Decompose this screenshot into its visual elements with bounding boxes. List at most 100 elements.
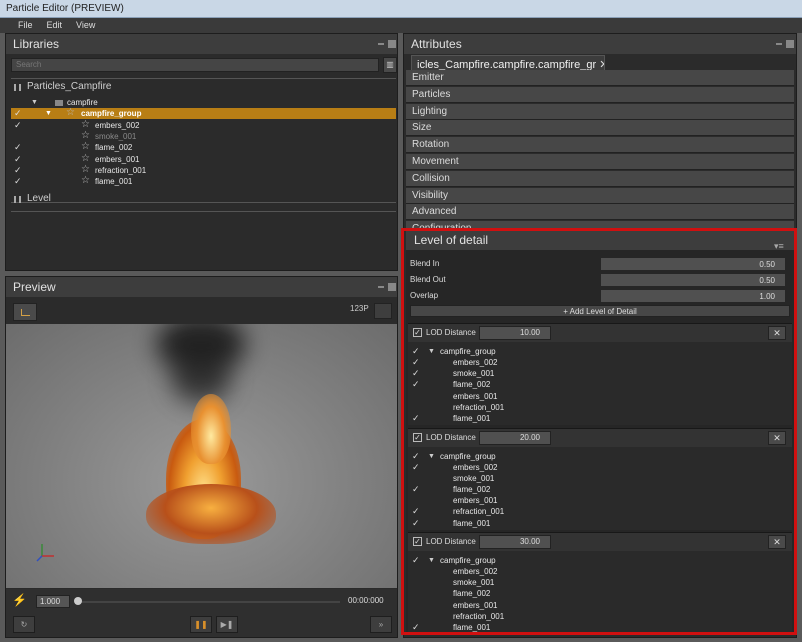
tree-item[interactable]: ☆ smoke_001	[11, 130, 396, 142]
tree-item[interactable]: ✓ ☆ flame_002	[11, 142, 396, 153]
tree-item[interactable]: ✓ ☆ refraction_001	[11, 164, 396, 176]
add-lod-button[interactable]: + Add Level of Detail	[410, 305, 790, 317]
lod-tree-item[interactable]: ✓ ▼ campfire_group	[408, 555, 792, 566]
check-icon[interactable]: ✓	[14, 120, 23, 130]
lod-tree-item[interactable]: embers_001	[408, 391, 792, 402]
menu-icon[interactable]: ▾≡	[774, 236, 784, 256]
loop-button[interactable]: ↻	[13, 616, 35, 633]
library-name[interactable]: Particles_Campfire	[11, 79, 111, 95]
lod-tree-item[interactable]: ✓ embers_002	[408, 462, 792, 473]
lod-tree-item[interactable]: smoke_001	[408, 577, 792, 588]
tree-item[interactable]: ✓ ▼ ☆ campfire_group	[11, 108, 396, 120]
check-icon[interactable]: ✓	[14, 177, 23, 186]
lod-tree-item[interactable]: embers_002	[408, 566, 792, 577]
expand-arrow-icon[interactable]: ▼	[31, 97, 38, 108]
panel-close-icon[interactable]	[388, 40, 396, 48]
check-icon[interactable]: ✓	[412, 518, 421, 528]
tree-item[interactable]: ✓ ☆ flame_001	[11, 176, 396, 187]
tree-item[interactable]: ✓ ☆ embers_001	[11, 153, 396, 165]
pin-icon[interactable]	[378, 286, 384, 288]
lod-tree-item[interactable]: refraction_001	[408, 402, 792, 413]
lod-distance-field[interactable]: 10.00	[479, 326, 551, 340]
category-movement[interactable]: Movement	[406, 154, 794, 170]
lod-distance-field[interactable]: 30.00	[479, 535, 551, 549]
category-particles[interactable]: Particles	[406, 86, 794, 103]
timeline-thumb[interactable]	[74, 597, 82, 605]
category-size[interactable]: Size	[406, 120, 794, 137]
category-visibility[interactable]: Visibility	[406, 187, 794, 204]
tree-item[interactable]: ✓ ☆ embers_002	[11, 119, 396, 131]
panel-close-icon[interactable]	[388, 283, 396, 291]
remove-lod-button[interactable]: ✕	[768, 535, 786, 549]
menu-edit[interactable]: Edit	[47, 18, 63, 33]
pause-button[interactable]: ❚❚	[190, 616, 212, 633]
remove-lod-button[interactable]: ✕	[768, 430, 786, 445]
lod-tree-item[interactable]: refraction_001	[408, 611, 792, 622]
lod-tree-item[interactable]: ✓ ▼ campfire_group	[408, 346, 792, 357]
menu-view[interactable]: View	[76, 18, 95, 33]
check-icon[interactable]: ✓	[412, 358, 421, 367]
reset-button[interactable]: »	[370, 616, 392, 633]
check-icon[interactable]: ✓	[412, 369, 421, 378]
remove-lod-button[interactable]: ✕	[768, 326, 786, 340]
check-icon[interactable]: ✓	[14, 109, 23, 118]
level-item[interactable]: Level	[11, 191, 51, 207]
expand-arrow-icon[interactable]: ▼	[45, 108, 52, 119]
lod-enable-checkbox[interactable]: ✓	[413, 328, 422, 337]
lod-item-label: smoke_001	[453, 578, 495, 588]
lod-tree-item[interactable]: embers_001	[408, 495, 792, 506]
bolt-icon[interactable]: ⚡	[12, 593, 27, 607]
category-emitter[interactable]: Emitter	[406, 70, 794, 86]
check-icon[interactable]: ✓	[412, 484, 421, 494]
overlap-field[interactable]: 1.00	[600, 289, 786, 303]
blend-in-field[interactable]: 0.50	[600, 257, 786, 271]
lod-distance-field[interactable]: 20.00	[479, 430, 551, 445]
speed-stepper[interactable]: 1.000	[36, 595, 70, 608]
category-lighting[interactable]: Lighting	[406, 103, 794, 120]
expand-arrow-icon[interactable]: ▼	[428, 555, 435, 566]
timeline-slider[interactable]	[78, 601, 340, 603]
camera-options-button[interactable]	[13, 303, 37, 321]
search-input[interactable]: Search	[11, 58, 379, 72]
lod-tree-item[interactable]: ✓ refraction_001	[408, 506, 792, 517]
category-advanced[interactable]: Advanced	[406, 204, 794, 221]
expand-arrow-icon[interactable]: ▼	[428, 451, 435, 462]
tree-label: embers_002	[95, 120, 140, 130]
lod-tree-item[interactable]: ✓ flame_002	[408, 484, 792, 495]
pin-icon[interactable]	[776, 43, 782, 45]
pin-icon[interactable]	[378, 43, 384, 45]
lod-tree-item[interactable]: ✓ smoke_001	[408, 368, 792, 379]
lod-tree-item[interactable]: ✓ flame_001	[408, 518, 792, 529]
menu-file[interactable]: File	[18, 18, 33, 33]
lod-enable-checkbox[interactable]: ✓	[413, 432, 422, 442]
check-icon[interactable]: ✓	[412, 623, 421, 632]
check-icon[interactable]: ✓	[412, 451, 421, 461]
category-rotation[interactable]: Rotation	[406, 137, 794, 154]
check-icon[interactable]: ✓	[412, 380, 421, 389]
library-icon[interactable]: ▥	[383, 57, 397, 73]
lod-tree-item[interactable]: ✓ ▼ campfire_group	[408, 451, 792, 462]
lod-tree-item[interactable]: ✓ flame_001	[408, 622, 792, 633]
fps-button[interactable]	[374, 303, 392, 319]
step-button[interactable]: ▶❚	[216, 616, 238, 633]
expand-arrow-icon[interactable]: ▼	[428, 346, 435, 357]
lod-enable-checkbox[interactable]: ✓	[413, 537, 422, 546]
lod-tree-item[interactable]: smoke_001	[408, 473, 792, 484]
lod-tree-item[interactable]: ✓ embers_002	[408, 357, 792, 368]
lod-tree-item[interactable]: ✓ flame_001	[408, 413, 792, 424]
check-icon[interactable]: ✓	[14, 143, 23, 152]
blend-out-field[interactable]: 0.50	[600, 273, 786, 287]
lod-tree-item[interactable]: ✓ flame_002	[408, 379, 792, 390]
check-icon[interactable]: ✓	[412, 556, 421, 565]
panel-close-icon[interactable]	[786, 40, 794, 48]
preview-viewport[interactable]	[6, 324, 397, 588]
check-icon[interactable]: ✓	[412, 507, 421, 516]
category-collision[interactable]: Collision	[406, 170, 794, 187]
lod-tree-item[interactable]: embers_001	[408, 600, 792, 611]
check-icon[interactable]: ✓	[14, 154, 23, 164]
lod-tree-item[interactable]: flame_002	[408, 588, 792, 599]
check-icon[interactable]: ✓	[412, 347, 421, 356]
check-icon[interactable]: ✓	[14, 165, 23, 175]
check-icon[interactable]: ✓	[412, 462, 421, 472]
check-icon[interactable]: ✓	[412, 414, 421, 423]
